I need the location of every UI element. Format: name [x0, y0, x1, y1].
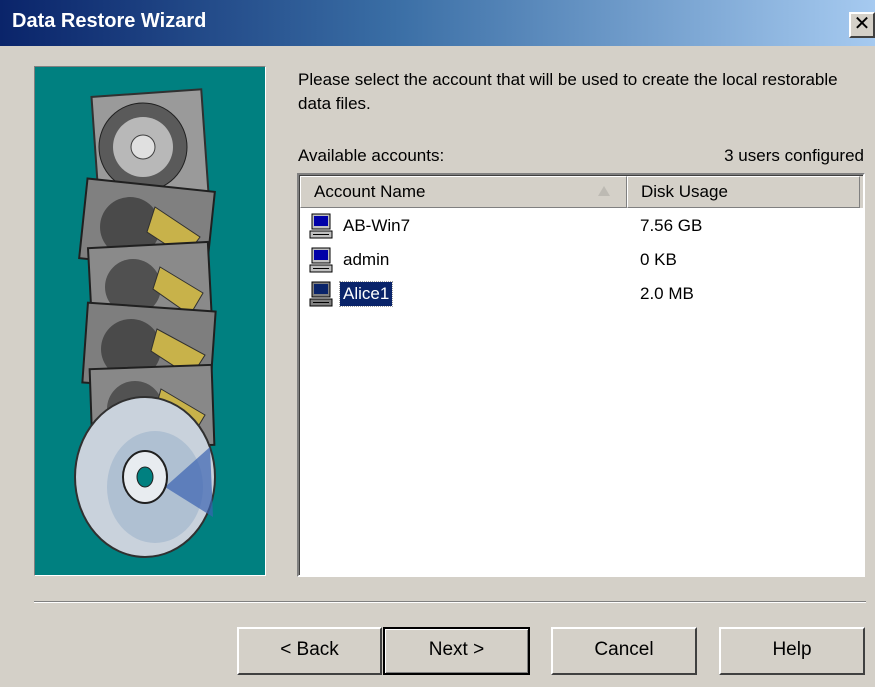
- title-bar[interactable]: Data Restore Wizard ✕: [0, 0, 875, 46]
- close-icon: ✕: [853, 13, 871, 35]
- account-row-ab-win7[interactable]: AB-Win7 7.56 GB: [309, 211, 849, 241]
- account-disk-usage: 7.56 GB: [640, 216, 703, 235]
- accounts-listview[interactable]: Account Name Disk Usage AB-Win7 7.56 GB: [297, 173, 865, 577]
- computer-icon: [309, 213, 333, 239]
- help-button[interactable]: Help: [719, 627, 865, 675]
- column-header-account-name-label: Account Name: [314, 182, 426, 201]
- account-name: admin: [343, 250, 390, 269]
- account-disk-usage: 2.0 MB: [640, 284, 694, 303]
- available-accounts-label: Available accounts:: [298, 146, 445, 165]
- users-configured-count: 3 users configured: [724, 146, 864, 165]
- cancel-button[interactable]: Cancel: [551, 627, 697, 675]
- account-row-alice1[interactable]: Alice1 2.0 MB: [309, 279, 849, 309]
- listview-header: Account Name Disk Usage: [300, 176, 863, 208]
- data-restore-wizard-dialog: Data Restore Wizard ✕ Please select the …: [0, 0, 875, 687]
- hard-drives-and-disc-illustration: [74, 88, 217, 558]
- column-header-account-name[interactable]: Account Name: [300, 176, 627, 208]
- computer-icon: [309, 247, 333, 273]
- button-separator: [34, 601, 866, 603]
- wizard-illustration: [34, 66, 266, 576]
- account-row-admin[interactable]: admin 0 KB: [309, 245, 849, 275]
- account-disk-usage: 0 KB: [640, 250, 677, 269]
- column-header-disk-usage-label: Disk Usage: [641, 182, 728, 201]
- column-header-disk-usage[interactable]: Disk Usage: [627, 176, 860, 208]
- instruction-text: Please select the account that will be u…: [298, 70, 838, 113]
- close-button[interactable]: ✕: [849, 12, 875, 38]
- computer-icon: [309, 281, 333, 307]
- window-title: Data Restore Wizard: [12, 10, 207, 32]
- account-name: Alice1: [338, 281, 394, 307]
- next-button[interactable]: Next >: [383, 627, 530, 675]
- account-name: AB-Win7: [343, 216, 411, 235]
- back-button[interactable]: < Back: [237, 627, 382, 675]
- sort-ascending-icon: [598, 186, 610, 196]
- cd-disc: [74, 396, 216, 558]
